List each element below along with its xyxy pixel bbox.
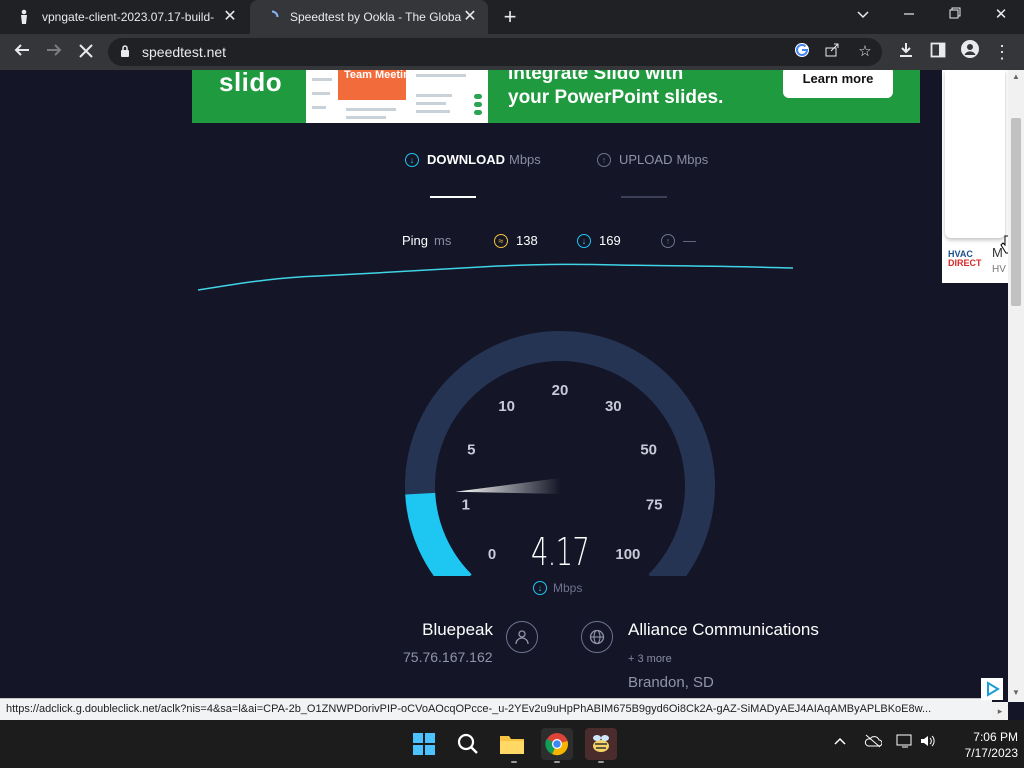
tab-speedtest[interactable]: Speedtest by Ookla - The Global ✕ [250, 0, 488, 34]
learn-more-button[interactable]: Learn more [783, 70, 893, 98]
tab-vpngate[interactable]: vpngate-client-2023.07.17-build- ✕ [16, 0, 248, 34]
gauge-fill [405, 492, 472, 576]
gauge-label: 100 [615, 546, 640, 563]
ping-download: ↓ 169 [577, 233, 621, 248]
forward-arrow-icon[interactable] [42, 40, 66, 64]
taskbar-clock[interactable]: 7:06 PM 7/17/2023 [944, 729, 1018, 761]
hand-cursor-icon [1000, 235, 1008, 254]
tab-search-chevron-icon[interactable] [848, 4, 878, 26]
scroll-thumb[interactable] [1011, 118, 1021, 306]
google-lens-icon[interactable] [792, 42, 812, 62]
side-ad-subtext: HV [992, 264, 1006, 275]
slido-logo: slido [219, 70, 283, 97]
scroll-down-icon[interactable]: ▼ [1012, 688, 1020, 697]
close-tab-icon[interactable]: ✕ [462, 9, 478, 25]
adchoices-icon[interactable] [981, 678, 1003, 700]
upload-arrow-icon: ↑ [597, 152, 611, 167]
gauge-label: 1 [462, 497, 470, 514]
vpngate-running-indicator [598, 761, 604, 763]
tab-title: vpngate-client-2023.07.17-build- [42, 10, 215, 24]
gauge-needle [455, 478, 561, 494]
side-ad[interactable]: HVAC DIRECT M HV [942, 70, 1008, 283]
status-url-bubble: https://adclick.g.doubleclick.net/aclk?n… [0, 698, 992, 720]
ad-headline: Integrate Slido with your PowerPoint sli… [508, 70, 724, 108]
gauge-label: 75 [646, 497, 663, 514]
profile-icon[interactable] [958, 40, 982, 64]
bookmark-star-icon[interactable]: ☆ [855, 42, 875, 62]
gauge-label: 10 [498, 398, 515, 415]
ping-label: Ping ms [402, 233, 452, 248]
scroll-up-icon[interactable]: ▲ [1012, 72, 1020, 81]
speed-unit: ↓ Mbps [533, 581, 582, 595]
upload-underline [621, 196, 667, 198]
browser-toolbar: speedtest.net ☆ ⋮ [0, 34, 1024, 70]
server-location: Brandon, SD [628, 674, 714, 691]
page-scrollbar[interactable]: ▲ ▼ [1008, 70, 1024, 702]
share-icon[interactable] [822, 42, 842, 62]
ad-screenshot: Team Meeting [306, 70, 488, 123]
network-icon[interactable] [896, 734, 914, 752]
gauge-label: 20 [552, 382, 569, 399]
back-arrow-icon[interactable] [10, 40, 34, 64]
file-explorer-icon[interactable] [496, 728, 528, 760]
vpngate-favicon-icon [16, 9, 32, 25]
menu-kebab-icon[interactable]: ⋮ [990, 40, 1014, 64]
windows-taskbar: 7:06 PM 7/17/2023 [0, 720, 1024, 768]
lock-icon[interactable] [120, 45, 130, 63]
show-hidden-icons-chevron-icon[interactable] [834, 734, 846, 751]
restore-icon[interactable] [940, 4, 970, 26]
side-panel-icon[interactable] [926, 40, 950, 64]
gauge-label: 0 [488, 546, 496, 563]
close-tab-icon[interactable]: ✕ [222, 9, 238, 25]
vpngate-app-icon[interactable] [585, 728, 617, 760]
isp-name: Bluepeak [422, 620, 493, 639]
new-tab-icon[interactable]: + [500, 6, 520, 28]
scroll-right-icon[interactable]: ▸ [992, 702, 1008, 720]
download-latency-icon: ↓ [577, 233, 591, 248]
current-speed-value: 4.17 [530, 530, 590, 574]
gauge-label: 50 [640, 441, 657, 458]
close-window-icon[interactable]: ✕ [986, 4, 1016, 26]
download-arrow-icon: ↓ [405, 152, 419, 167]
hvac-direct-logo: HVAC DIRECT [948, 249, 982, 268]
search-icon[interactable] [452, 728, 484, 760]
globe-icon[interactable] [581, 621, 613, 653]
chrome-icon[interactable] [541, 728, 573, 760]
tab-strip: vpngate-client-2023.07.17-build- ✕ Speed… [0, 0, 1024, 34]
loading-favicon-icon [264, 9, 280, 25]
download-header: ↓ DOWNLOAD Mbps [405, 152, 541, 167]
gauge-label: 5 [467, 441, 475, 458]
upload-latency-icon: ↑ [661, 233, 675, 248]
volume-icon[interactable] [920, 734, 936, 752]
user-icon[interactable] [506, 621, 538, 653]
ping-upload: ↑ — [661, 233, 696, 248]
slido-ad-banner[interactable]: slido Team Meeting Integrate Slido with … [192, 70, 920, 123]
ip-address: 75.76.167.162 [403, 649, 493, 665]
chrome-running-indicator [554, 761, 560, 763]
download-underline [430, 196, 476, 198]
gauge-label: 30 [605, 398, 622, 415]
speed-graph [198, 263, 794, 291]
ad-mock-title: Team Meeting [344, 70, 417, 81]
explorer-running-indicator [511, 761, 517, 763]
download-small-icon: ↓ [533, 581, 547, 595]
server-name[interactable]: Alliance Communications [628, 620, 819, 640]
address-bar[interactable]: speedtest.net ☆ [108, 38, 882, 66]
onedrive-offline-icon[interactable] [864, 734, 883, 752]
minimize-icon[interactable] [894, 4, 924, 26]
upload-header: ↑ UPLOAD Mbps [597, 152, 708, 167]
url-text[interactable]: speedtest.net [142, 44, 226, 60]
more-servers-link[interactable]: + 3 more [628, 653, 672, 665]
stop-loading-icon[interactable] [74, 40, 98, 64]
page-viewport: slido Team Meeting Integrate Slido with … [0, 70, 1008, 698]
ping-idle: ≈ 138 [494, 233, 538, 248]
download-icon[interactable] [894, 40, 918, 64]
tab-title: Speedtest by Ookla - The Global [290, 10, 462, 24]
windows-start-icon[interactable] [408, 728, 440, 760]
idle-latency-icon: ≈ [494, 233, 508, 248]
